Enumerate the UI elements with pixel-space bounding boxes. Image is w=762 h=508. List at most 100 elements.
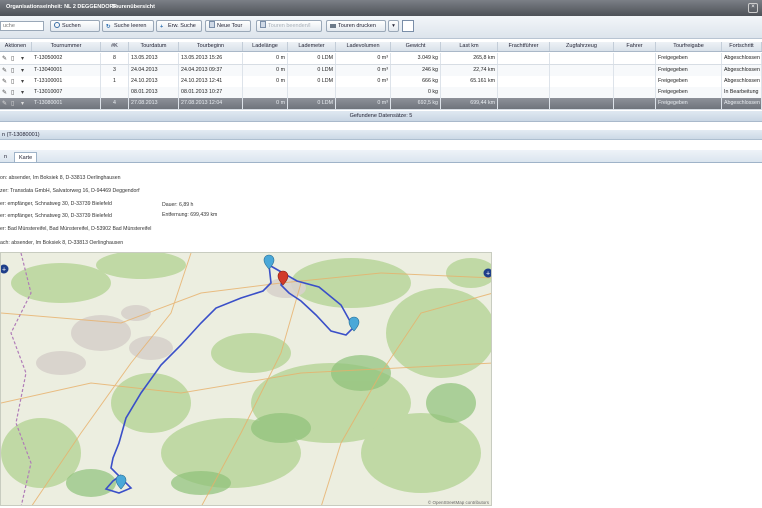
col-ladevolumen[interactable]: Ladevolumen: [336, 42, 391, 51]
extended-search-button[interactable]: + Erw. Suche: [156, 20, 202, 32]
table-cell: [550, 76, 614, 87]
table-cell-km: [441, 87, 498, 98]
col-tourbeginn[interactable]: Tourbeginn: [179, 42, 243, 51]
col-last-km[interactable]: Last km: [441, 42, 498, 51]
delete-icon[interactable]: ▯: [11, 89, 14, 96]
reset-search-button[interactable]: ↻ Suche leeren: [102, 20, 154, 32]
delete-icon[interactable]: ▯: [11, 100, 14, 107]
route-map[interactable]: + + © OpenStreetMap contributors: [0, 252, 492, 506]
table-cell: [614, 65, 656, 76]
table-cell-gewicht: 246 kg: [391, 65, 441, 76]
table-cell: [550, 98, 614, 109]
distance-label: Entfernung: 699,439 km: [162, 212, 218, 218]
table-cell-freigabe: Freigegeben: [656, 65, 722, 76]
table-cell: [498, 87, 550, 98]
col-aktionen[interactable]: Aktionen: [0, 42, 32, 51]
edit-icon[interactable]: ✎: [2, 67, 7, 74]
table-cell-fortschritt: In Bearbeitung: [722, 87, 762, 98]
table-cell-fortschritt: Abgeschlossen: [722, 53, 762, 64]
edit-icon[interactable]: ✎: [2, 100, 7, 107]
search-button[interactable]: Suchen: [50, 20, 100, 32]
table-cell-meter: 0 LDM: [288, 98, 336, 109]
table-cell-gewicht: 666 kg: [391, 76, 441, 87]
table-cell-km: 699,44 km: [441, 98, 498, 109]
col-k[interactable]: #K: [101, 42, 129, 51]
tab-map[interactable]: Karte: [14, 152, 38, 162]
layout-toggle-icon[interactable]: [402, 20, 414, 32]
menu-icon[interactable]: ▾: [21, 78, 24, 85]
menu-icon[interactable]: ▾: [21, 67, 24, 74]
window-titlebar: Organisationseinheit: NL 2 DEGGENDORF To…: [0, 0, 762, 16]
detail-tabbar: n Karte: [0, 150, 762, 163]
col-tourdatum[interactable]: Tourdatum: [129, 42, 179, 51]
stop-return: ach: absender, Im Boksiek 8, D-33813 Oer…: [0, 240, 124, 246]
table-cell-laenge: 0 m: [243, 98, 288, 109]
grid-footer: Gefundene Datensätze: 5: [0, 111, 762, 122]
complete-tours-label: Touren beenden/l: [268, 23, 311, 29]
table-cell-k: 1: [101, 76, 129, 87]
table-cell: [614, 87, 656, 98]
table-cell-fortschritt: Abgeschlossen: [722, 76, 762, 87]
new-tour-label: Neue Tour: [217, 23, 243, 29]
print-options-dropdown[interactable]: ▾: [388, 20, 399, 32]
print-tours-label: Touren drucken: [338, 23, 376, 29]
stop-receiver-1: er: empfänger, Schnatweg 30, D-33739 Bie…: [0, 201, 112, 207]
table-cell-nr: T-13080001: [32, 98, 101, 109]
document-icon: [260, 21, 266, 28]
extended-search-label: Erw. Suche: [168, 23, 196, 29]
search-input[interactable]: uche: [0, 21, 44, 31]
table-cell-laenge: 0 m: [243, 53, 288, 64]
close-icon[interactable]: ×: [748, 3, 758, 13]
menu-icon[interactable]: ▾: [21, 55, 24, 62]
col-fahrer[interactable]: Fahrer: [614, 42, 656, 51]
table-cell-gewicht: 3.049 kg: [391, 53, 441, 64]
table-cell: [498, 53, 550, 64]
complete-tours-button[interactable]: Touren beenden/l: [256, 20, 322, 32]
table-cell-km: 22,74 km: [441, 65, 498, 76]
col-tourfreigabe[interactable]: Tourfreigabe: [656, 42, 722, 51]
stop-receiver-3: er: Bad Münstereifel, Bad Münstereifel, …: [0, 226, 152, 232]
table-cell-freigabe: Freigegeben: [656, 53, 722, 64]
table-cell-beginn: 24.10.2013 12:41: [179, 76, 243, 87]
edit-icon[interactable]: ✎: [2, 78, 7, 85]
table-cell-km: 265,8 km: [441, 53, 498, 64]
table-cell-datum: 27.08.2013: [129, 98, 179, 109]
new-tour-button[interactable]: Neue Tour: [205, 20, 251, 32]
col-tournummer[interactable]: Tournummer: [32, 42, 101, 51]
menu-icon[interactable]: ▾: [21, 100, 24, 107]
table-cell: [550, 87, 614, 98]
edit-icon[interactable]: ✎: [2, 89, 7, 96]
svg-text:+: +: [486, 271, 490, 278]
col-lademeter[interactable]: Lademeter: [288, 42, 336, 51]
col-ladelaenge[interactable]: Ladelänge: [243, 42, 288, 51]
col-zugfahrzeug[interactable]: Zugfahrzeug: [550, 42, 614, 51]
print-tours-button[interactable]: Touren drucken: [326, 20, 386, 32]
reset-search-label: Suche leeren: [114, 23, 147, 29]
edit-icon[interactable]: ✎: [2, 55, 7, 62]
map-canvas[interactable]: + + © OpenStreetMap contributors: [1, 253, 492, 506]
table-cell-k: 3: [101, 65, 129, 76]
tab-details[interactable]: n: [0, 152, 11, 162]
table-cell: [498, 76, 550, 87]
col-gewicht[interactable]: Gewicht: [391, 42, 441, 51]
delete-icon[interactable]: ▯: [11, 55, 14, 62]
delete-icon[interactable]: ▯: [11, 78, 14, 85]
table-cell: [614, 53, 656, 64]
menu-icon[interactable]: ▾: [21, 89, 24, 96]
table-cell: [550, 65, 614, 76]
table-row[interactable]: ✎ ▯ ▾ T-13050002 8 13.05.2013 13.05.2013 15:26…: [0, 53, 762, 65]
delete-icon[interactable]: ▯: [11, 67, 14, 74]
table-cell: [498, 65, 550, 76]
table-cell-beginn: 13.05.2013 15:26: [179, 53, 243, 64]
col-frachtfuehrer[interactable]: Frachtführer: [498, 42, 550, 51]
plus-icon: +: [160, 24, 164, 30]
table-cell-meter: [288, 87, 336, 98]
table-cell-freigabe: Freigegeben: [656, 87, 722, 98]
table-cell-volumen: 0 m³: [336, 65, 391, 76]
col-fortschritt[interactable]: Fortschritt: [722, 42, 762, 51]
table-cell-k: 8: [101, 53, 129, 64]
table-cell: [614, 76, 656, 87]
table-cell: [614, 98, 656, 109]
table-row[interactable]: ✎ ▯ ▾ T-13080001 4 27.08.2013 27.08.2013 12:04…: [0, 98, 762, 110]
search-icon: [54, 22, 60, 28]
